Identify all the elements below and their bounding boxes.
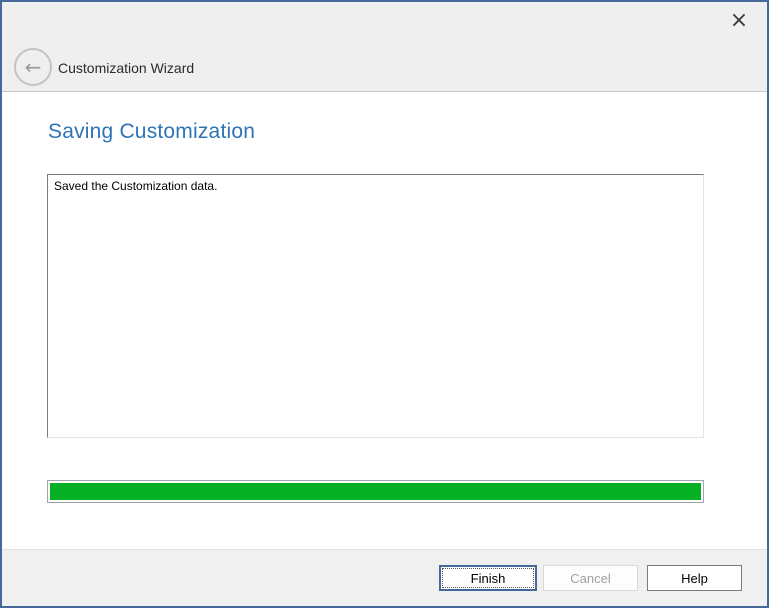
progress-bar (47, 480, 704, 503)
back-arrow-icon: ← (25, 57, 42, 77)
footer-bar: Finish Cancel Help (2, 549, 767, 606)
progress-bar-fill (50, 483, 701, 500)
help-button[interactable]: Help (647, 565, 742, 591)
cancel-button[interactable]: Cancel (543, 565, 638, 591)
wizard-window: × ← Customization Wizard Saving Customiz… (0, 0, 769, 608)
wizard-title: Customization Wizard (58, 60, 194, 76)
log-line: Saved the Customization data. (54, 179, 697, 194)
status-log[interactable]: Saved the Customization data. (47, 174, 704, 438)
close-icon: × (730, 10, 748, 32)
finish-button[interactable]: Finish (439, 565, 537, 591)
close-button[interactable]: × (723, 6, 755, 36)
page-heading: Saving Customization (48, 120, 255, 144)
back-button[interactable]: ← (14, 48, 52, 86)
wizard-header: × ← Customization Wizard (2, 2, 767, 92)
